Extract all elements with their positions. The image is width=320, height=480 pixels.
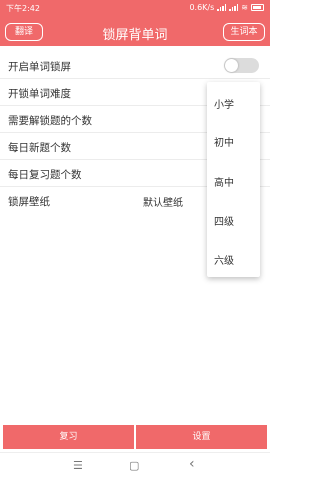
menu-icon[interactable]: ☰ xyxy=(73,459,83,472)
battery-icon xyxy=(251,4,264,11)
signal-icon-2 xyxy=(229,4,239,11)
wifi-icon: ≋ xyxy=(241,3,248,12)
difficulty-option[interactable]: 四级 xyxy=(214,213,234,228)
difficulty-option[interactable]: 六级 xyxy=(214,252,234,267)
setting-label: 开锁单词难度 xyxy=(8,88,71,100)
settings-button[interactable]: 设置 xyxy=(136,425,267,449)
app-header: 翻译 锁屏背单词 生词本 xyxy=(0,17,270,46)
network-speed: 0.6K/s xyxy=(189,3,215,12)
difficulty-option[interactable]: 高中 xyxy=(214,174,234,189)
difficulty-option[interactable]: 小学 xyxy=(214,96,234,111)
signal-icon xyxy=(217,4,227,11)
vocabulary-book-button[interactable]: 生词本 xyxy=(223,23,265,41)
toggle-knob xyxy=(225,59,238,72)
status-time: 下午2:42 xyxy=(6,4,40,13)
setting-enable-lockscreen[interactable]: 开启单词锁屏 xyxy=(0,52,270,79)
status-bar: 下午2:42 0.6K/s ≋ xyxy=(0,0,270,17)
home-icon[interactable]: ▢ xyxy=(129,459,139,472)
difficulty-option[interactable]: 初中 xyxy=(214,134,234,149)
wallpaper-value: 默认壁纸 xyxy=(143,198,183,209)
lockscreen-toggle[interactable] xyxy=(224,58,259,73)
review-button[interactable]: 复习 xyxy=(3,425,134,449)
status-icons: 0.6K/s ≋ xyxy=(189,3,264,12)
system-nav-bar: ☰ ▢ ‹ xyxy=(0,452,270,480)
setting-label: 每日新题个数 xyxy=(8,142,71,154)
setting-label: 需要解锁题的个数 xyxy=(8,115,92,127)
back-icon[interactable]: ‹ xyxy=(189,456,195,472)
setting-label: 每日复习题个数 xyxy=(8,169,82,181)
setting-label: 开启单词锁屏 xyxy=(8,61,71,73)
difficulty-dropdown: 小学 初中 高中 四级 六级 xyxy=(207,82,260,277)
setting-label: 锁屏壁纸 xyxy=(8,196,50,208)
